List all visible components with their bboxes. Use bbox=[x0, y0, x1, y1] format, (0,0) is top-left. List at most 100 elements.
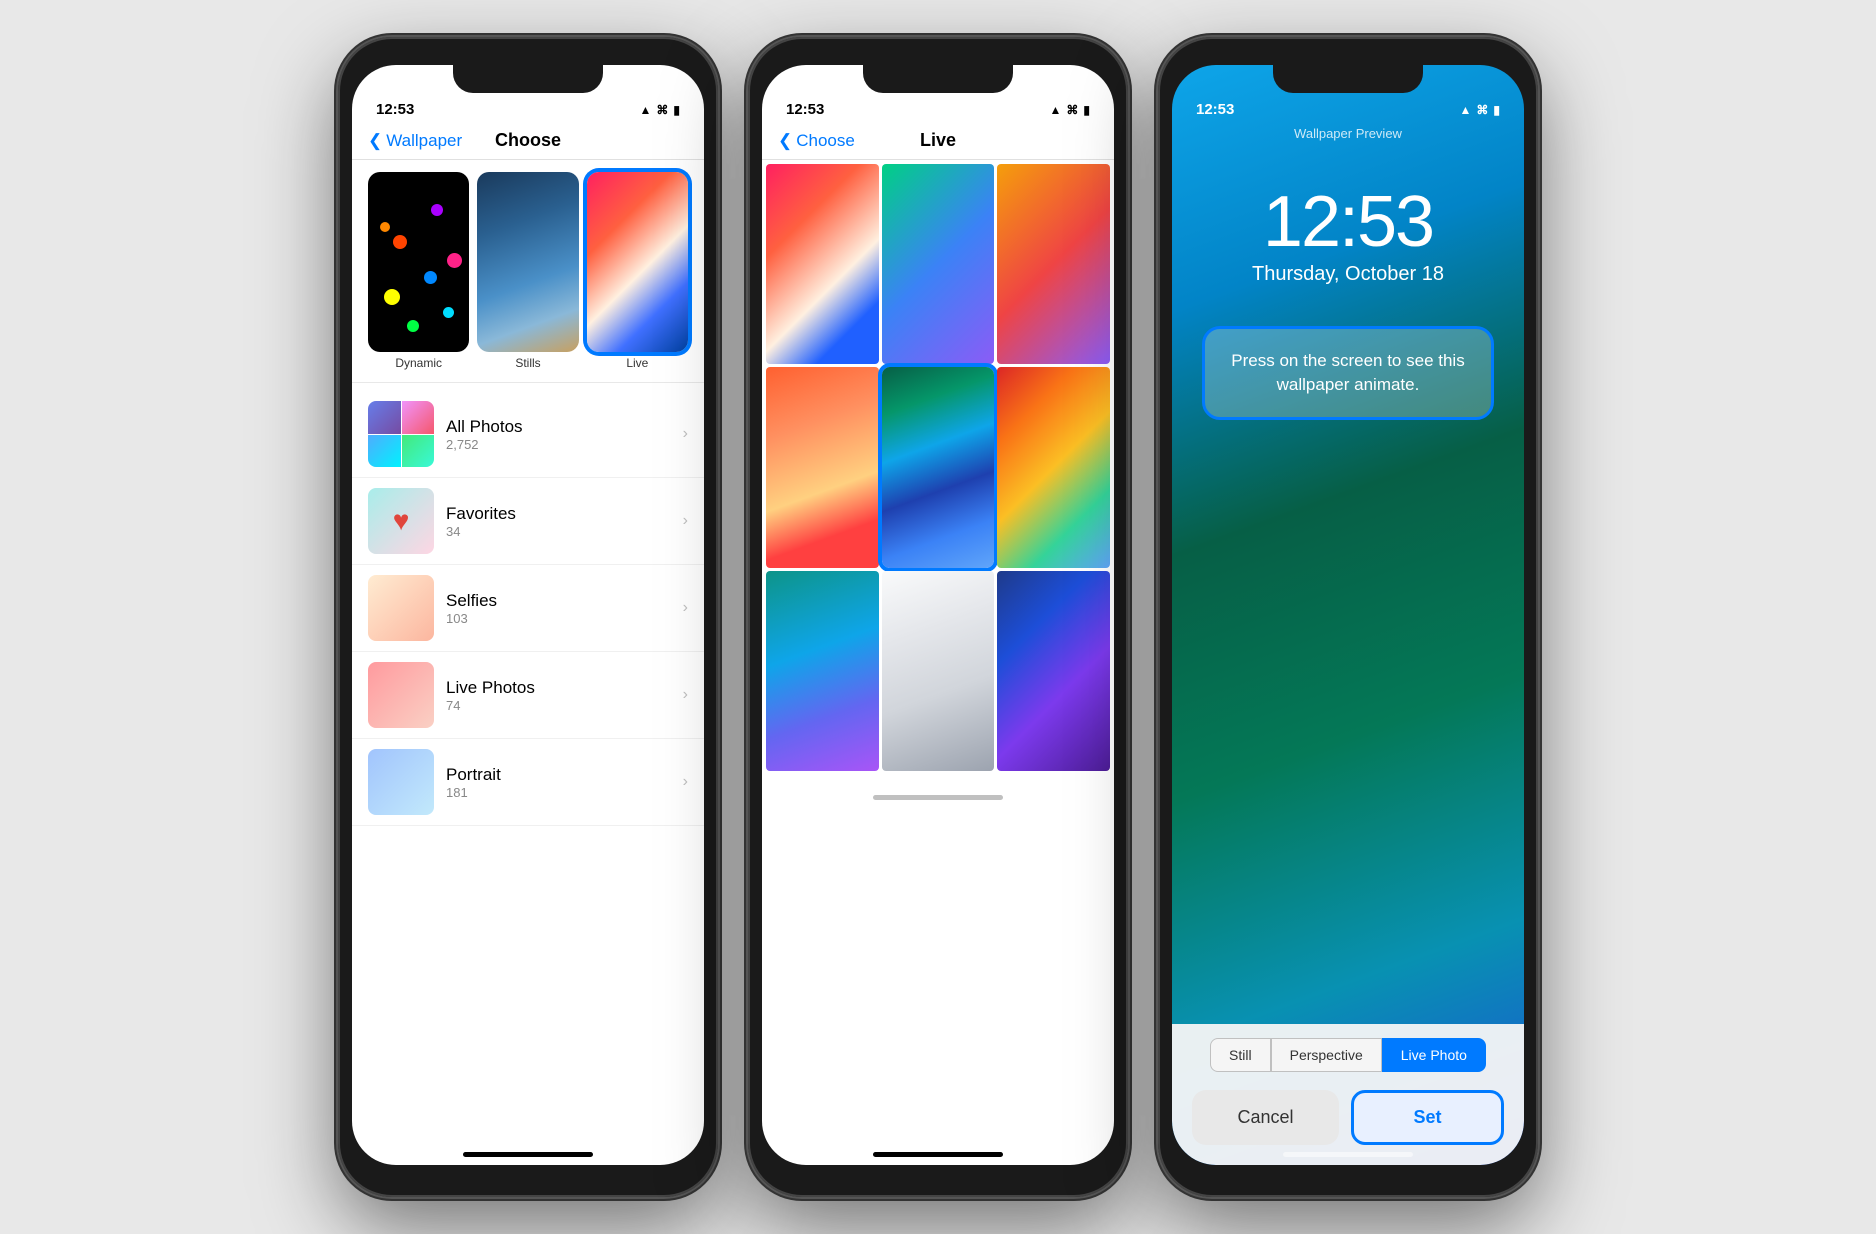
home-indicator-2 bbox=[873, 1152, 1003, 1157]
live-wallpaper-2[interactable] bbox=[882, 164, 995, 364]
selfies-info: Selfies 103 bbox=[446, 591, 671, 626]
preview-top-label: Wallpaper Preview bbox=[1172, 126, 1524, 141]
selfies-thumb bbox=[368, 575, 434, 641]
album-item-livephotos[interactable]: Live Photos 74 › bbox=[352, 652, 704, 739]
livephotos-thumb bbox=[368, 662, 434, 728]
selfies-chevron: › bbox=[683, 599, 688, 617]
preview-time-display: 12:53 Thursday, October 18 bbox=[1172, 181, 1524, 286]
livephotos-chevron: › bbox=[683, 686, 688, 704]
back-button-2[interactable]: ❮ Choose bbox=[778, 131, 855, 151]
portrait-name: Portrait bbox=[446, 765, 671, 785]
back-label-2: Choose bbox=[796, 131, 855, 151]
time-2: 12:53 bbox=[786, 101, 824, 118]
wifi-icon-3: ⌘ bbox=[1476, 103, 1488, 117]
portrait-info: Portrait 181 bbox=[446, 765, 671, 800]
preview-message: Press on the screen to see this wallpape… bbox=[1229, 349, 1467, 397]
status-icons-2: ▲ ⌘ ▮ bbox=[1050, 103, 1091, 117]
page-title-2: Live bbox=[920, 130, 956, 151]
set-button[interactable]: Set bbox=[1351, 1090, 1504, 1145]
scroll-indicator-wrap bbox=[762, 787, 1114, 808]
portrait-count: 181 bbox=[446, 785, 671, 800]
live-wallpaper-1[interactable] bbox=[766, 164, 879, 364]
stills-label: Stills bbox=[515, 356, 540, 370]
scroll-indicator bbox=[873, 795, 1003, 800]
dynamic-thumb bbox=[368, 172, 469, 352]
notch1 bbox=[453, 65, 603, 93]
battery-icon-2: ▮ bbox=[1083, 103, 1090, 117]
phone1: 12:53 ▲ ⌘ ▮ ❮ Wallpaper Choose bbox=[338, 37, 718, 1197]
heart-icon: ♥ bbox=[393, 505, 410, 537]
portrait-thumb bbox=[368, 749, 434, 815]
favorites-name: Favorites bbox=[446, 504, 671, 524]
page-title-1: Choose bbox=[495, 130, 561, 151]
livephotos-count: 74 bbox=[446, 698, 671, 713]
live-wallpaper-3[interactable] bbox=[997, 164, 1110, 364]
preview-big-time: 12:53 bbox=[1172, 181, 1524, 263]
chevron-left-icon-2: ❮ bbox=[778, 131, 792, 151]
live-wallpaper-6[interactable] bbox=[997, 367, 1110, 567]
preview-bottom-panel: Still Perspective Live Photo Cancel Set bbox=[1172, 1024, 1524, 1165]
live-label: Live bbox=[626, 356, 648, 370]
allphotos-thumb bbox=[368, 401, 434, 467]
favorites-count: 34 bbox=[446, 524, 671, 539]
signal-icon-3: ▲ bbox=[1460, 103, 1472, 117]
allphotos-name: All Photos bbox=[446, 417, 671, 437]
wallpaper-type-stills[interactable]: Stills bbox=[477, 172, 578, 370]
wifi-icon-2: ⌘ bbox=[1066, 103, 1078, 117]
chevron-left-icon: ❮ bbox=[368, 131, 382, 151]
phone2-screen: 12:53 ▲ ⌘ ▮ ❮ Choose Live bbox=[762, 65, 1114, 1165]
selfies-count: 103 bbox=[446, 611, 671, 626]
battery-icon: ▮ bbox=[673, 103, 680, 117]
signal-icon: ▲ bbox=[640, 103, 652, 117]
back-label-1: Wallpaper bbox=[386, 131, 462, 151]
phone1-screen: 12:53 ▲ ⌘ ▮ ❮ Wallpaper Choose bbox=[352, 65, 704, 1165]
album-item-portrait[interactable]: Portrait 181 › bbox=[352, 739, 704, 826]
cancel-button[interactable]: Cancel bbox=[1192, 1090, 1339, 1145]
favorites-chevron: › bbox=[683, 512, 688, 530]
album-item-selfies[interactable]: Selfies 103 › bbox=[352, 565, 704, 652]
wallpaper-type-grid: Dynamic Stills Live bbox=[352, 160, 704, 374]
wallpaper-type-dynamic[interactable]: Dynamic bbox=[368, 172, 469, 370]
phone2: 12:53 ▲ ⌘ ▮ ❮ Choose Live bbox=[748, 37, 1128, 1197]
divider-1 bbox=[352, 382, 704, 383]
selfies-name: Selfies bbox=[446, 591, 671, 611]
notch2 bbox=[863, 65, 1013, 93]
toggle-row: Still Perspective Live Photo bbox=[1172, 1024, 1524, 1080]
live-wallpaper-7[interactable] bbox=[766, 571, 879, 771]
status-icons-1: ▲ ⌘ ▮ bbox=[640, 103, 681, 117]
battery-icon-3: ▮ bbox=[1493, 103, 1500, 117]
wallpaper-type-live[interactable]: Live bbox=[587, 172, 688, 370]
favorites-thumb: ♥ bbox=[368, 488, 434, 554]
signal-icon-2: ▲ bbox=[1050, 103, 1062, 117]
favorites-info: Favorites 34 bbox=[446, 504, 671, 539]
stills-thumb bbox=[477, 172, 578, 352]
live-wallpaper-grid bbox=[762, 160, 1114, 775]
portrait-chevron: › bbox=[683, 773, 688, 791]
status-icons-3: ▲ ⌘ ▮ bbox=[1460, 103, 1501, 117]
preview-date: Thursday, October 18 bbox=[1172, 263, 1524, 286]
allphotos-info: All Photos 2,752 bbox=[446, 417, 671, 452]
live-wallpaper-5[interactable] bbox=[882, 367, 995, 567]
livephoto-toggle[interactable]: Live Photo bbox=[1382, 1038, 1486, 1072]
live-wallpaper-4[interactable] bbox=[766, 367, 879, 567]
perspective-toggle[interactable]: Perspective bbox=[1271, 1038, 1382, 1072]
allphotos-chevron: › bbox=[683, 425, 688, 443]
allphotos-count: 2,752 bbox=[446, 437, 671, 452]
album-item-allphotos[interactable]: All Photos 2,752 › bbox=[352, 391, 704, 478]
live-wallpaper-8[interactable] bbox=[882, 571, 995, 771]
live-thumb bbox=[587, 172, 688, 352]
dynamic-label: Dynamic bbox=[395, 356, 442, 370]
preview-message-box: Press on the screen to see this wallpape… bbox=[1202, 326, 1494, 420]
phone3: 12:53 ▲ ⌘ ▮ Wallpaper Preview 12:53 Thur… bbox=[1158, 37, 1538, 1197]
wifi-icon: ⌘ bbox=[656, 103, 668, 117]
album-list: All Photos 2,752 › ♥ Favorites 34 › bbox=[352, 391, 704, 826]
back-button-1[interactable]: ❮ Wallpaper bbox=[368, 131, 462, 151]
nav-bar-2: ❮ Choose Live bbox=[762, 122, 1114, 160]
time-1: 12:53 bbox=[376, 101, 414, 118]
nav-bar-1: ❮ Wallpaper Choose bbox=[352, 122, 704, 160]
album-item-favorites[interactable]: ♥ Favorites 34 › bbox=[352, 478, 704, 565]
livephotos-name: Live Photos bbox=[446, 678, 671, 698]
still-toggle[interactable]: Still bbox=[1210, 1038, 1271, 1072]
live-wallpaper-9[interactable] bbox=[997, 571, 1110, 771]
notch3 bbox=[1273, 65, 1423, 93]
